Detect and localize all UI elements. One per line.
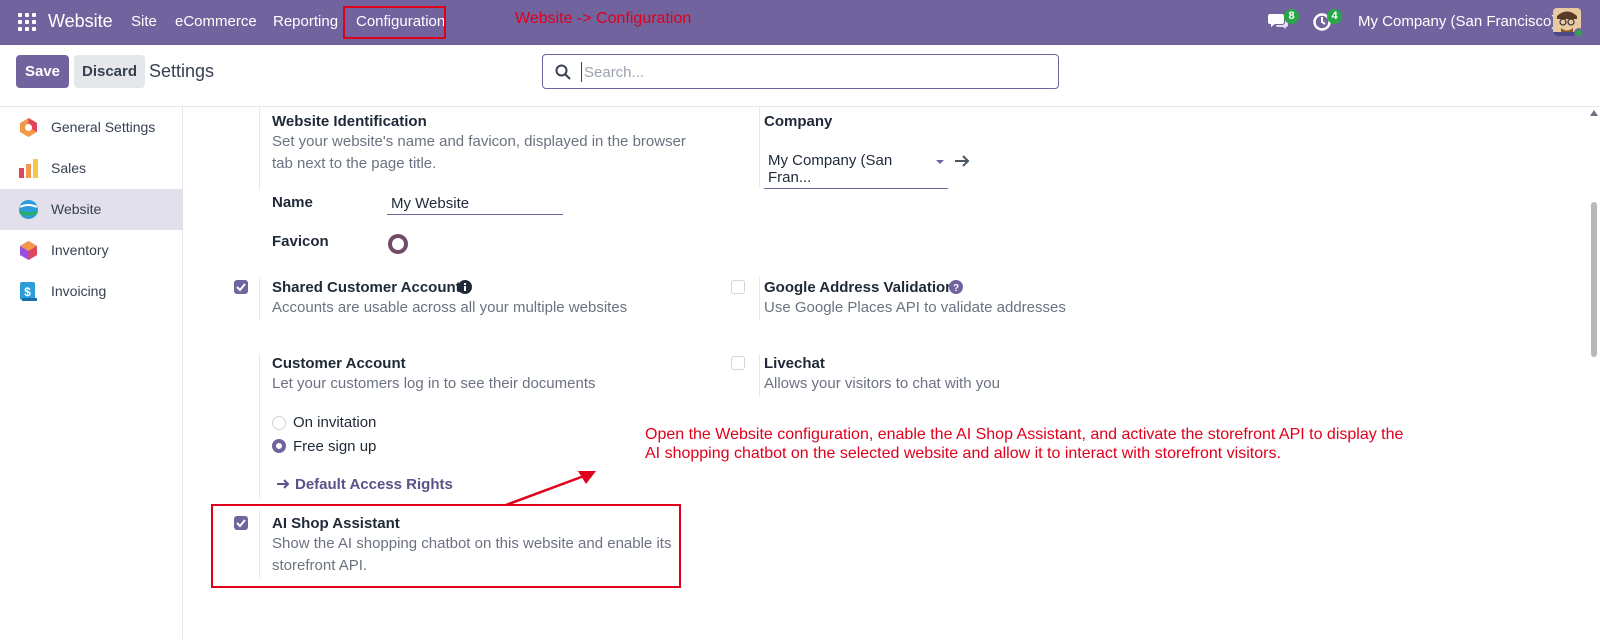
page-title: Settings xyxy=(149,61,215,81)
radio-on-invitation[interactable] xyxy=(272,416,286,430)
top-navbar: Website Site eCommerce Reporting Configu… xyxy=(0,0,1600,45)
invoicing-app-icon: $ xyxy=(20,282,37,301)
sidebar-item-label: Website xyxy=(51,201,102,217)
shared-accounts-desc: Accounts are usable across all your mult… xyxy=(272,299,628,316)
google-address-desc: Use Google Places API to validate addres… xyxy=(764,299,1066,316)
radio-on-invitation-label[interactable]: On invitation xyxy=(293,414,376,431)
company-switcher[interactable]: My Company (San Francisco) xyxy=(1358,13,1556,30)
shared-accounts-title: Shared Customer Accounts xyxy=(272,279,469,296)
favicon-image[interactable] xyxy=(386,232,410,256)
divider xyxy=(259,107,260,190)
annotation-line2: AI shopping chatbot on the selected webs… xyxy=(645,445,1281,462)
svg-text:$: $ xyxy=(24,285,31,299)
info-icon[interactable] xyxy=(458,280,472,294)
menu-ecommerce[interactable]: eCommerce xyxy=(175,13,257,30)
radio-free-sign-up-label[interactable]: Free sign up xyxy=(293,438,376,455)
divider xyxy=(759,354,760,397)
apps-menu-icon[interactable] xyxy=(18,13,36,31)
website-name-field[interactable]: My Website xyxy=(387,195,563,215)
sidebar-item-label: Inventory xyxy=(51,242,109,258)
settings-sidebar: General Settings Sales Website Inventory… xyxy=(0,107,183,639)
configuration-highlight-box xyxy=(343,6,446,39)
name-label: Name xyxy=(272,194,313,211)
livechat-title: Livechat xyxy=(764,355,825,372)
navbar-annotation: Website -> Configuration xyxy=(515,10,692,27)
customer-account-desc: Let your customers log in to see their d… xyxy=(272,375,596,392)
default-access-rights-link[interactable]: Default Access Rights xyxy=(295,476,453,493)
divider xyxy=(759,107,760,187)
website-identification-title: Website Identification xyxy=(272,113,427,130)
messages-badge: 8 xyxy=(1284,9,1299,24)
sidebar-item-inventory[interactable]: Inventory xyxy=(0,230,183,271)
favicon-label: Favicon xyxy=(272,233,329,250)
activities-badge: 4 xyxy=(1327,9,1342,24)
divider xyxy=(259,354,260,499)
search-icon xyxy=(555,64,571,80)
svg-text:?: ? xyxy=(953,283,959,294)
google-address-title: Google Address Validation xyxy=(764,279,955,296)
sidebar-item-invoicing[interactable]: $ Invoicing xyxy=(0,271,183,312)
company-title: Company xyxy=(764,113,833,130)
website-app-icon xyxy=(19,200,38,219)
livechat-desc: Allows your visitors to chat with you xyxy=(764,375,1000,392)
website-identification-desc-line2: tab next to the page title. xyxy=(272,155,437,172)
sidebar-item-label: Sales xyxy=(51,160,87,176)
vertical-scrollbar[interactable] xyxy=(1588,107,1600,639)
arrow-right-icon[interactable] xyxy=(954,154,970,168)
sidebar-item-sales[interactable]: Sales xyxy=(0,148,183,189)
company-select[interactable]: My Company (San Fran... xyxy=(764,152,948,189)
radio-free-sign-up[interactable] xyxy=(272,439,286,453)
settings-app-icon xyxy=(20,118,37,137)
sales-app-icon xyxy=(19,159,38,178)
search-input[interactable] xyxy=(581,62,1041,82)
sidebar-item-general-settings[interactable]: General Settings xyxy=(0,107,183,148)
annotation-line1: Open the Website configuration, enable t… xyxy=(645,426,1404,443)
google-address-checkbox[interactable] xyxy=(731,280,745,294)
annotation-arrow xyxy=(505,471,596,507)
menu-reporting[interactable]: Reporting xyxy=(273,13,338,30)
chevron-down-icon xyxy=(936,160,944,164)
save-button[interactable]: Save xyxy=(16,55,69,88)
customer-account-title: Customer Account xyxy=(272,355,406,372)
online-status-dot xyxy=(1574,28,1584,38)
ai-shop-highlight-box xyxy=(211,504,681,588)
search-box[interactable] xyxy=(542,54,1059,89)
arrow-right-icon xyxy=(277,479,290,489)
divider xyxy=(259,277,260,320)
menu-site[interactable]: Site xyxy=(131,13,157,30)
settings-content: Website Identification Set your website'… xyxy=(184,107,1584,639)
discard-button[interactable]: Discard xyxy=(74,55,145,88)
website-identification-desc-line1: Set your website's name and favicon, dis… xyxy=(272,133,686,150)
sidebar-item-website[interactable]: Website xyxy=(0,189,183,230)
help-question-icon[interactable]: ? xyxy=(949,280,963,294)
sidebar-item-label: General Settings xyxy=(51,119,156,135)
control-panel: Save Discard Settings xyxy=(0,45,1600,107)
app-brand[interactable]: Website xyxy=(48,11,113,32)
livechat-checkbox[interactable] xyxy=(731,356,745,370)
divider xyxy=(759,277,760,320)
sidebar-item-label: Invoicing xyxy=(51,283,107,299)
shared-accounts-checkbox[interactable] xyxy=(234,280,248,294)
inventory-app-icon xyxy=(20,241,37,260)
